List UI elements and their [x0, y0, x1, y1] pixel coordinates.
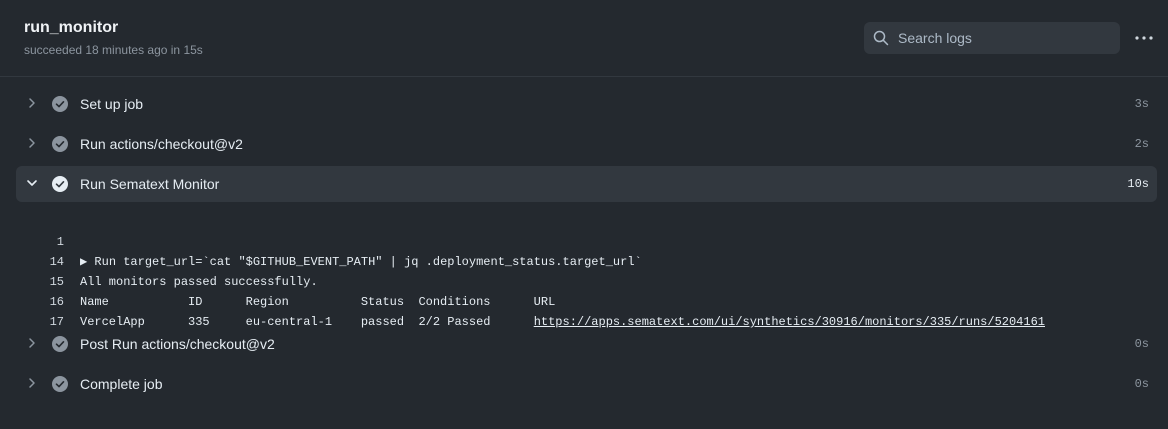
log-line: 15 Name ID Region Status Conditions URL: [16, 252, 1157, 309]
job-title: run_monitor: [24, 19, 119, 36]
search-logs-input[interactable]: [896, 29, 1100, 47]
chevron-right-icon: [29, 338, 35, 348]
log-line: 16 VercelApp 335 eu-central-1 passed 2/2…: [16, 272, 1157, 329]
step-duration: 10s: [1127, 177, 1149, 191]
step-complete-job[interactable]: Complete job 0s: [16, 366, 1157, 402]
check-circle-icon: [52, 96, 68, 112]
job-status-subtitle: succeeded 18 minutes ago in 15s: [24, 43, 203, 57]
search-logs-box[interactable]: [864, 22, 1120, 54]
log-line: 17: [16, 292, 1157, 329]
chevron-down-icon: [27, 180, 37, 186]
check-circle-icon: [52, 176, 68, 192]
step-run-sematext-monitor[interactable]: Run Sematext Monitor 10s: [16, 166, 1157, 202]
chevron-right-icon: [29, 138, 35, 148]
check-circle-icon: [52, 336, 68, 352]
step-checkout[interactable]: Run actions/checkout@v2 2s: [16, 126, 1157, 162]
step-set-up-job[interactable]: Set up job 3s: [16, 86, 1157, 122]
log-line[interactable]: 1 ▶ Run target_url=`cat "$GITHUB_EVENT_P…: [16, 212, 1157, 269]
step-duration: 3s: [1134, 97, 1149, 111]
step-post-checkout[interactable]: Post Run actions/checkout@v2 0s: [16, 326, 1157, 362]
check-circle-icon: [52, 136, 68, 152]
more-options-button[interactable]: [1130, 26, 1158, 50]
step-duration: 2s: [1134, 137, 1149, 151]
step-name: Post Run actions/checkout@v2: [80, 336, 275, 352]
log-line: 14 All monitors passed successfully.: [16, 232, 1157, 289]
step-duration: 0s: [1134, 377, 1149, 391]
job-header: run_monitor succeeded 18 minutes ago in …: [0, 0, 1168, 77]
chevron-right-icon: [29, 98, 35, 108]
kebab-horizontal-icon: [1135, 36, 1153, 40]
step-name: Set up job: [80, 96, 144, 112]
check-circle-icon: [52, 376, 68, 392]
chevron-right-icon: [29, 378, 35, 388]
search-icon: [873, 30, 889, 46]
step-log-output: 1 ▶ Run target_url=`cat "$GITHUB_EVENT_P…: [16, 212, 1157, 329]
step-duration: 0s: [1134, 337, 1149, 351]
step-name: Run Sematext Monitor: [80, 176, 220, 192]
step-name: Run actions/checkout@v2: [80, 136, 243, 152]
step-name: Complete job: [80, 376, 163, 392]
